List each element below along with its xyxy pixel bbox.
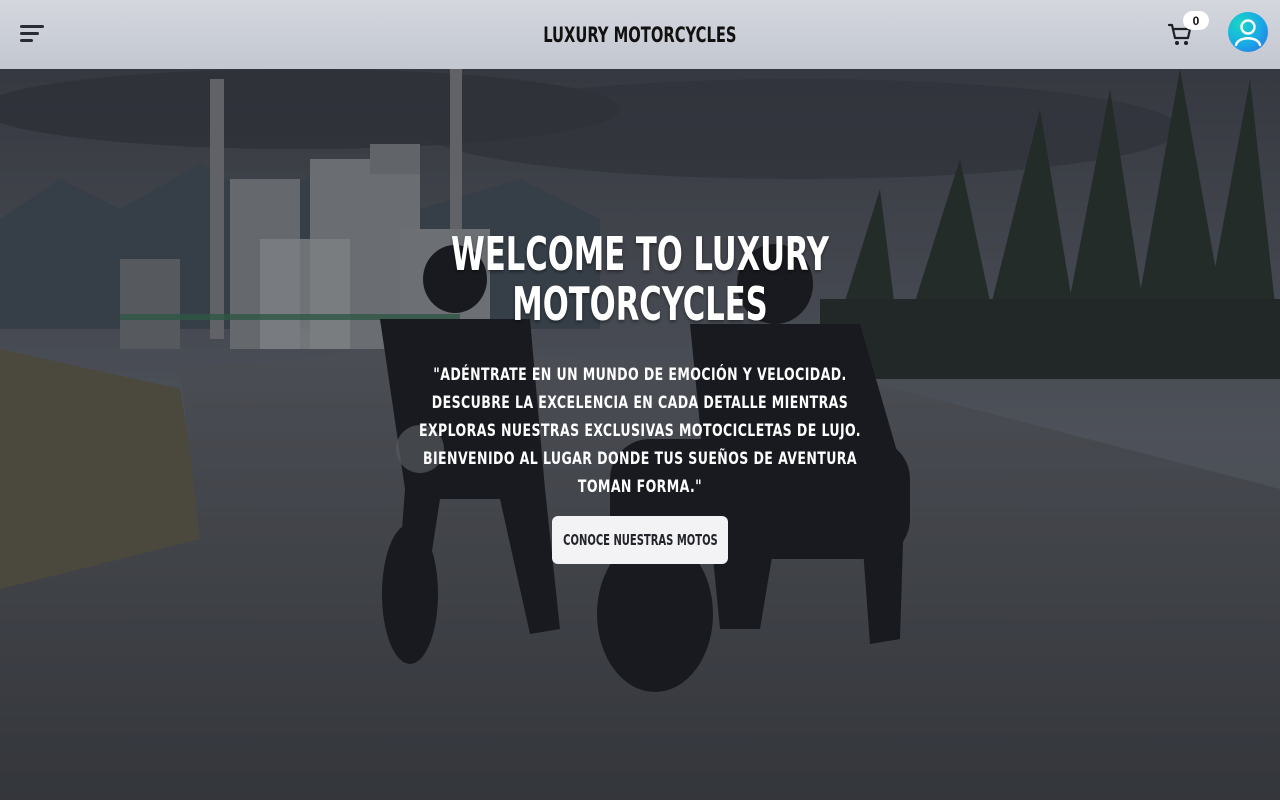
hero-title-line-2: MOTORCYCLES: [512, 277, 768, 331]
hero-section: WELCOME TO LUXURY MOTORCYCLES "Adéntrate…: [0, 69, 1280, 800]
top-navigation-bar: LUXURY MOTORCYCLES 0: [0, 0, 1280, 69]
explore-motorcycles-button[interactable]: Conoce nuestras motos: [552, 516, 728, 564]
hero-title-line-1: WELCOME TO LUXURY: [451, 227, 829, 281]
hero-title: WELCOME TO LUXURY MOTORCYCLES: [418, 229, 862, 329]
hamburger-menu-icon[interactable]: [18, 22, 46, 46]
hero-content: WELCOME TO LUXURY MOTORCYCLES "Adéntrate…: [340, 229, 940, 564]
cart-count-badge: 0: [1183, 11, 1209, 30]
user-avatar-icon[interactable]: [1228, 12, 1268, 52]
explore-motorcycles-button-label: Conoce nuestras motos: [562, 531, 718, 549]
brand-title[interactable]: LUXURY MOTORCYCLES: [543, 23, 736, 47]
hero-description: "Adéntrate en un mundo de emoción y velo…: [418, 365, 861, 497]
